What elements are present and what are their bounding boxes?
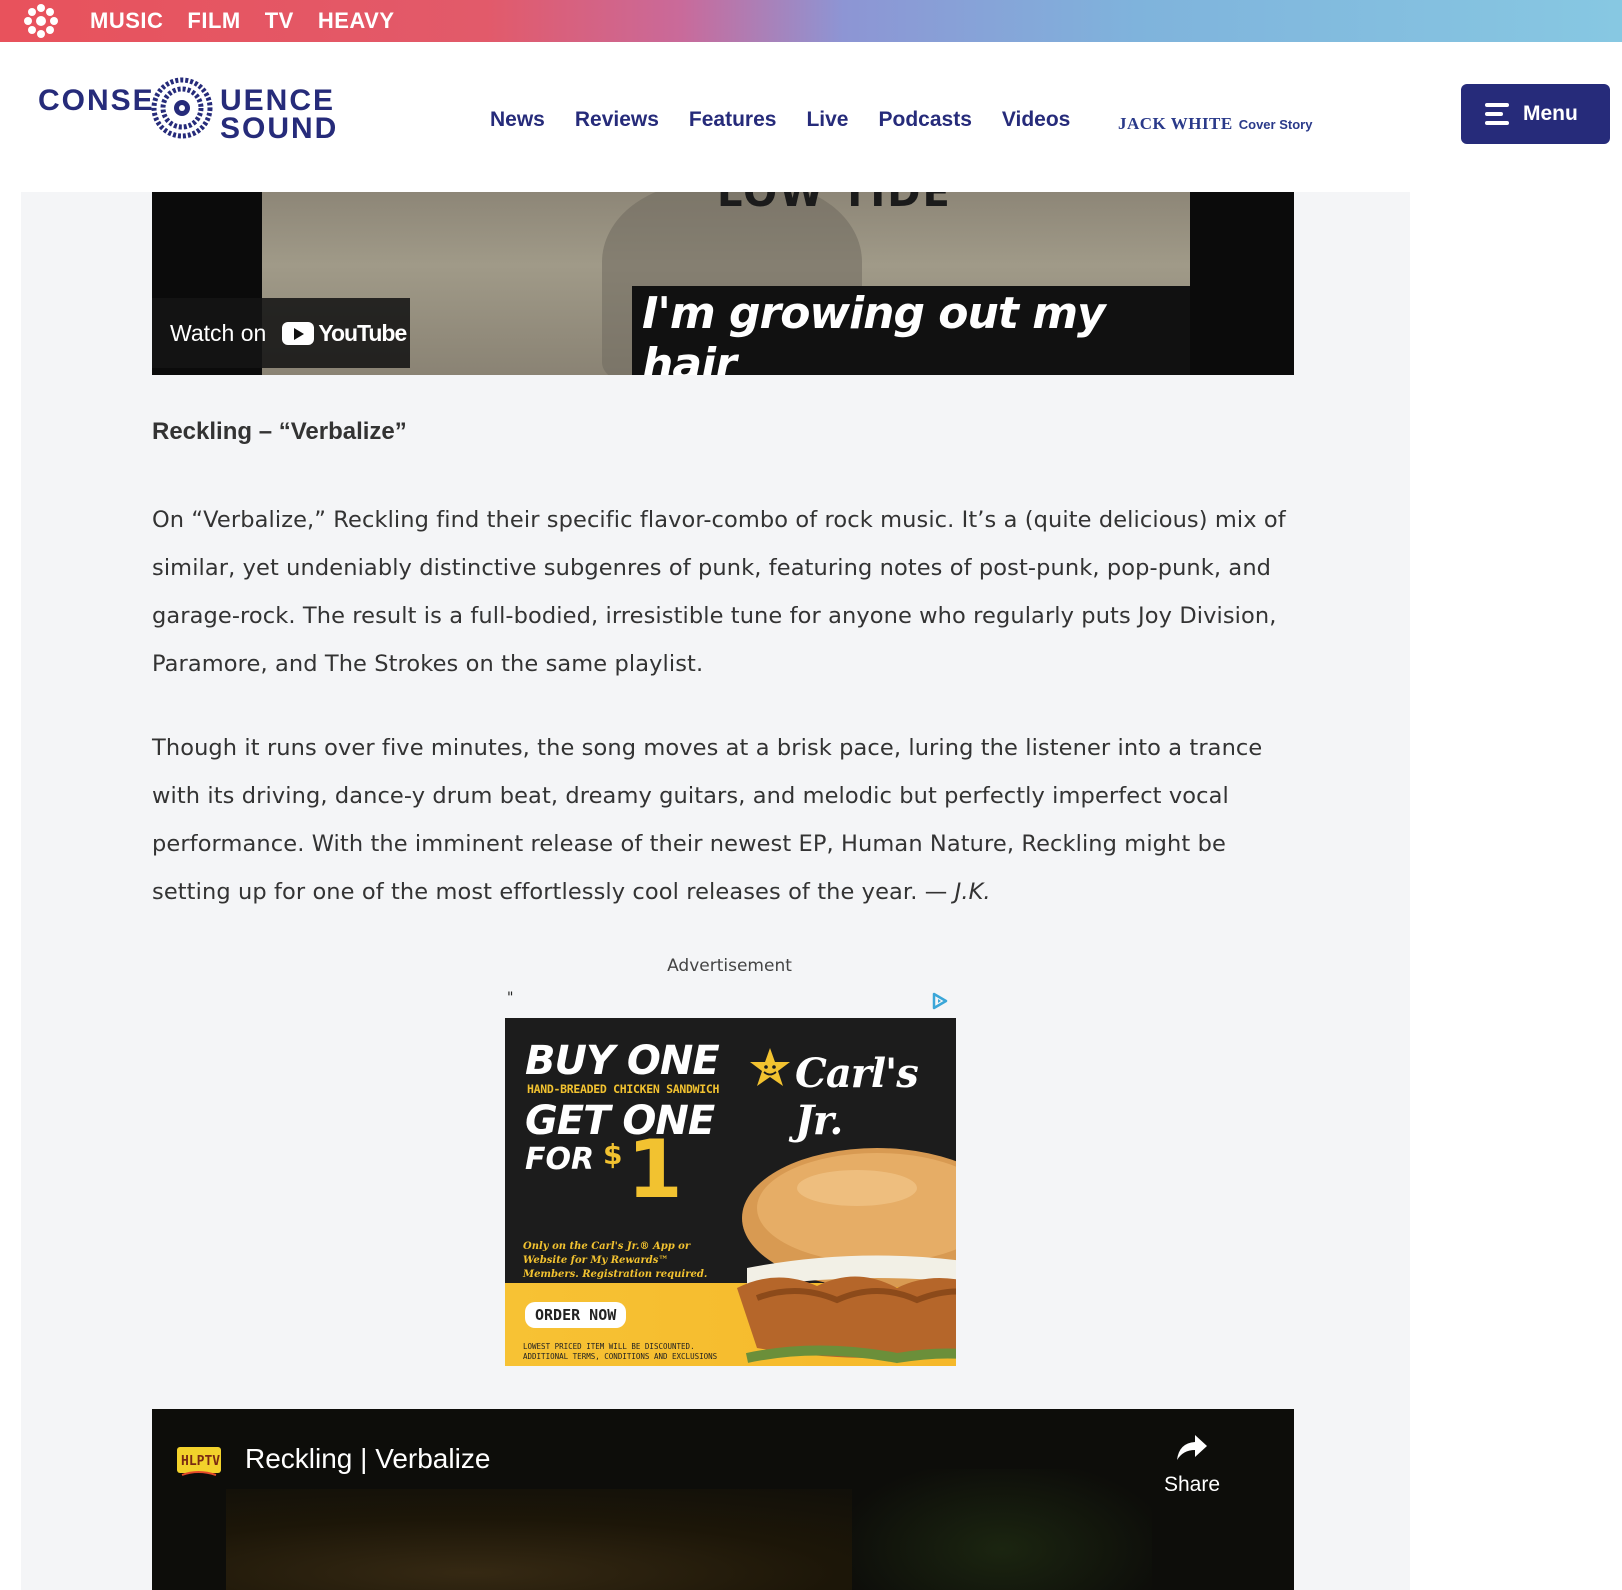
logo-word-sound: SOUND <box>220 112 339 145</box>
channel-logo[interactable]: HLPTV <box>176 1441 222 1481</box>
paragraph-2-text: Though it runs over five minutes, the so… <box>152 735 1263 905</box>
author-initials: J.K. <box>954 879 991 905</box>
site-logo[interactable]: CONSE UENCE SOUND <box>38 74 336 145</box>
nav-features[interactable]: Features <box>689 108 777 132</box>
ad-brand-name: Carl's Jr. <box>795 1050 919 1144</box>
watch-on-youtube-button[interactable]: Watch on YouTube <box>152 298 410 368</box>
ad-legal-text: LOWEST PRICED ITEM WILL BE DISCOUNTED. A… <box>523 1342 718 1361</box>
youtube-logo: YouTube <box>282 319 407 347</box>
site-header: CONSE UENCE SOUND News Reviews Features … <box>0 42 1622 192</box>
nav-videos[interactable]: Videos <box>1002 108 1070 132</box>
menu-label: Menu <box>1523 102 1578 125</box>
logo-word-conse: CONSE <box>38 84 155 117</box>
network-link-heavy[interactable]: HEAVY <box>318 8 395 34</box>
watch-on-label: Watch on <box>170 319 267 346</box>
nav-reviews[interactable]: Reviews <box>575 108 659 132</box>
video-title[interactable]: Reckling | Verbalize <box>245 1443 490 1475</box>
article-paragraph-1: On “Verbalize,” Reckling find their spec… <box>152 507 1286 677</box>
ad-headline-for: FOR <box>525 1142 595 1177</box>
article-paragraph-2: Though it runs over five minutes, the so… <box>152 724 1297 916</box>
video-caption: I'm growing out my hair <box>632 286 1190 375</box>
logo-disc-icon <box>151 77 213 139</box>
hamburger-icon <box>1485 103 1509 125</box>
ad-fine-print: Only on the Carl's Jr.® App or Website f… <box>523 1241 708 1280</box>
video-embed-1[interactable]: LOW TIDE I'm growing out my hair Watch o… <box>152 192 1294 375</box>
promo-artist-name: JACK WHITE <box>1118 114 1233 133</box>
song-subhead: Reckling – “Verbalize” <box>152 418 407 445</box>
order-now-button[interactable]: ORDER NOW <box>525 1302 627 1328</box>
youtube-wordmark: YouTube <box>318 319 407 346</box>
main-nav: News Reviews Features Live Podcasts Vide… <box>490 108 1070 132</box>
share-arrow-icon <box>1177 1435 1207 1460</box>
adchoices-icon[interactable] <box>930 992 950 1010</box>
network-link-music[interactable]: MUSIC <box>90 8 163 34</box>
cover-story-promo[interactable]: JACK WHITE Cover Story <box>1118 114 1312 134</box>
nav-live[interactable]: Live <box>806 108 848 132</box>
ad-price: 1 <box>627 1123 683 1216</box>
advertisement-label: Advertisement <box>667 956 792 976</box>
carls-jr-ad[interactable]: BUY ONE HAND-BREADED CHICKEN SANDWICH GE… <box>505 1018 956 1366</box>
ad-top-strip: " <box>505 988 956 1018</box>
carls-jr-star-icon <box>750 1048 790 1086</box>
network-bar: MUSIC FILM TV HEAVY <box>0 0 1622 42</box>
ad-dollar-sign: $ <box>603 1138 623 1171</box>
chicken-sandwich-image <box>737 1148 956 1364</box>
nav-news[interactable]: News <box>490 108 545 132</box>
menu-button[interactable]: Menu <box>1461 84 1610 144</box>
channel-logo-text: HLPTV <box>181 1454 220 1469</box>
share-label: Share <box>1163 1473 1221 1496</box>
promo-tag: Cover Story <box>1238 117 1313 132</box>
ad-quote-mark: " <box>507 990 514 1006</box>
youtube-play-icon <box>282 321 315 345</box>
network-link-film[interactable]: FILM <box>187 8 240 34</box>
consequence-flower-icon[interactable] <box>22 2 60 40</box>
share-button[interactable]: Share <box>1152 1433 1232 1497</box>
ad-headline-buy-one: BUY ONE <box>525 1038 720 1084</box>
nav-podcasts[interactable]: Podcasts <box>879 108 972 132</box>
video-embed-2[interactable]: HLPTV Reckling | Verbalize Share <box>152 1409 1294 1590</box>
ad-product-line: HAND-BREADED CHICKEN SANDWICH <box>527 1082 720 1096</box>
video-overlay-text: LOW TIDE <box>717 192 952 216</box>
network-link-tv[interactable]: TV <box>265 8 294 34</box>
